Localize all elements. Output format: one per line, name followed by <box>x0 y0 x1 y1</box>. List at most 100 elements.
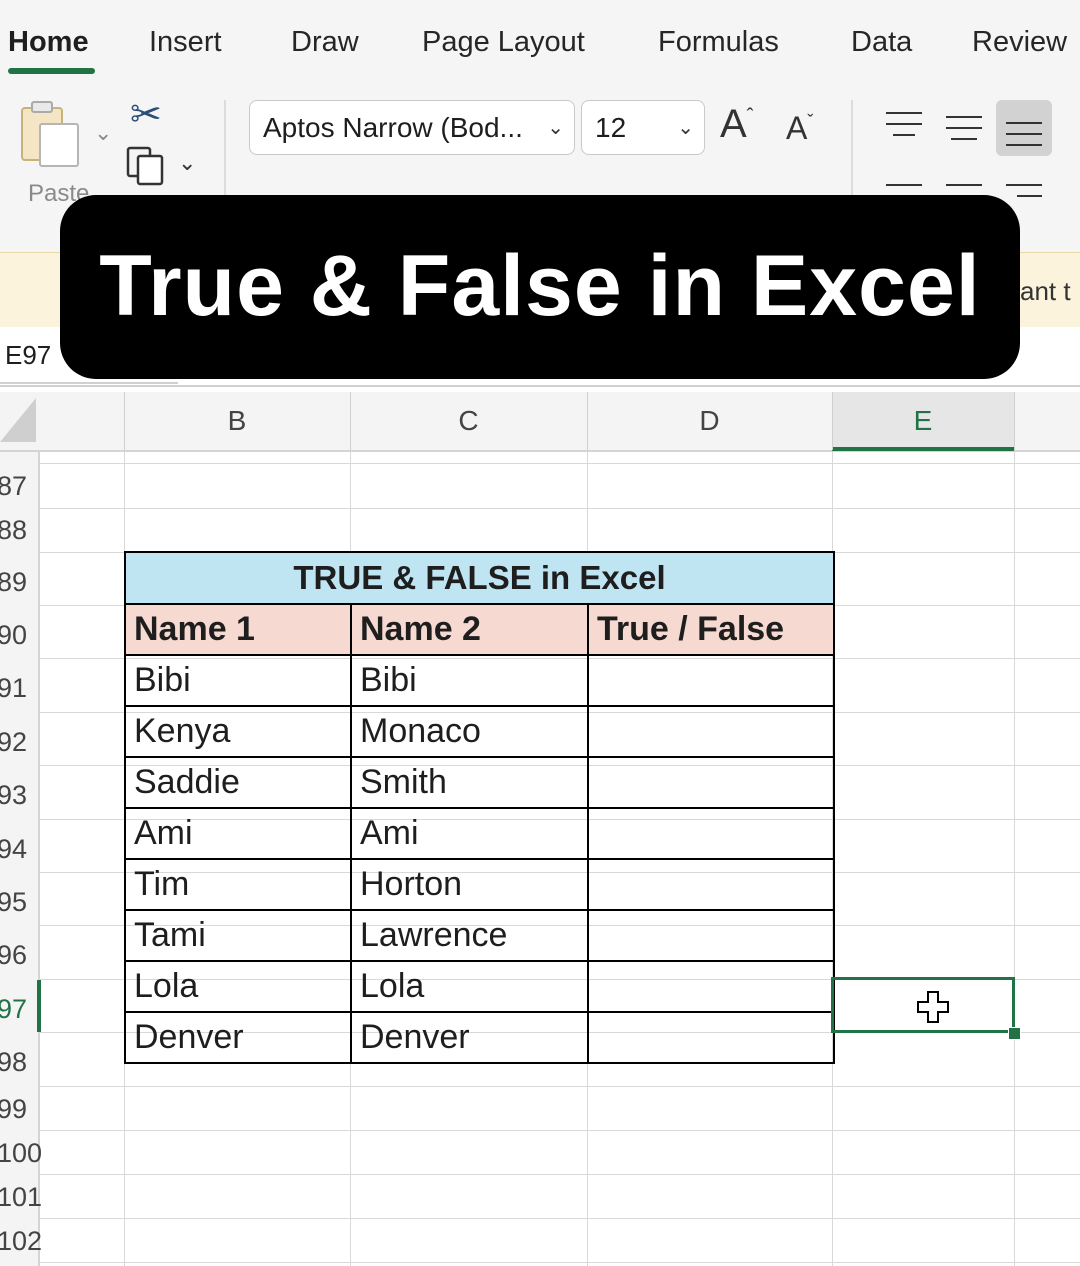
column-divider <box>587 392 588 450</box>
align-middle-icon[interactable] <box>946 116 982 146</box>
decrease-font-size-button[interactable]: Aˇ <box>786 110 813 147</box>
cell[interactable]: Bibi <box>350 654 589 707</box>
title-overlay: True & False in Excel <box>60 195 1020 379</box>
selected-row-indicator <box>37 980 41 1032</box>
copy-icon[interactable] <box>126 146 166 186</box>
font-name-value: Aptos Narrow (Bod... <box>263 112 523 143</box>
name-box[interactable]: E97 <box>5 340 51 371</box>
row-header[interactable]: 87 <box>0 471 27 502</box>
cell[interactable]: Saddie <box>124 756 352 809</box>
table-row: Tami Lawrence <box>124 909 836 962</box>
ribbon-divider <box>851 100 853 196</box>
tab-formulas[interactable]: Formulas <box>658 26 779 59</box>
cell[interactable]: Kenya <box>124 705 352 758</box>
fill-handle[interactable] <box>1008 1027 1021 1040</box>
header-cell-true-false[interactable]: True / False <box>586 603 836 656</box>
cell[interactable]: Lola <box>350 960 589 1013</box>
paste-icon[interactable] <box>18 98 84 168</box>
tab-review[interactable]: Review <box>972 26 1067 59</box>
tab-page-layout[interactable]: Page Layout <box>422 26 585 59</box>
tab-draw[interactable]: Draw <box>291 26 359 59</box>
grid-line <box>40 1130 1080 1131</box>
cell[interactable]: Bibi <box>124 654 352 707</box>
row-header[interactable]: 100 <box>0 1138 42 1169</box>
row-header[interactable]: 102 <box>0 1226 42 1257</box>
column-header-c[interactable]: C <box>350 392 587 450</box>
copy-dropdown-icon[interactable]: ⌄ <box>178 150 196 176</box>
row-header[interactable]: 93 <box>0 780 27 811</box>
font-size-select[interactable]: 12 ⌄ <box>581 100 705 155</box>
align-bottom-icon <box>1006 122 1042 152</box>
row-header[interactable]: 89 <box>0 567 27 598</box>
tab-home[interactable]: Home <box>8 26 89 59</box>
cell[interactable] <box>586 960 836 1013</box>
grid-line <box>40 1262 1080 1263</box>
cell[interactable]: Horton <box>350 858 589 911</box>
row-header[interactable]: 88 <box>0 515 27 546</box>
chevron-down-icon: ⌄ <box>547 117 564 139</box>
cell[interactable]: Lawrence <box>350 909 589 962</box>
notification-text: ant t <box>1020 276 1071 306</box>
tab-data[interactable]: Data <box>851 26 912 59</box>
active-tab-indicator <box>8 68 95 74</box>
row-header[interactable]: 95 <box>0 887 27 918</box>
overlay-title-text: True & False in Excel <box>99 238 981 334</box>
cell[interactable] <box>586 756 836 809</box>
cut-icon[interactable]: ✂ <box>130 92 162 137</box>
row-header[interactable]: 101 <box>0 1182 42 1213</box>
cell[interactable] <box>586 705 836 758</box>
cell[interactable] <box>586 1011 836 1064</box>
cell[interactable]: Smith <box>350 756 589 809</box>
cell[interactable] <box>586 909 836 962</box>
row-header[interactable]: 94 <box>0 834 27 865</box>
cell[interactable]: Monaco <box>350 705 589 758</box>
name-box-underline <box>0 382 178 384</box>
font-size-value: 12 <box>595 112 627 143</box>
table-row: Tim Horton <box>124 858 836 911</box>
row-header[interactable]: 91 <box>0 673 27 704</box>
row-header[interactable]: 90 <box>0 620 27 651</box>
column-header-e[interactable]: E <box>832 392 1014 450</box>
data-table: TRUE & FALSE in Excel Name 1 Name 2 True… <box>123 551 836 1064</box>
cell[interactable]: Tim <box>124 858 352 911</box>
row-header[interactable]: 99 <box>0 1094 27 1125</box>
table-title-cell[interactable]: TRUE & FALSE in Excel <box>123 551 836 605</box>
cell[interactable] <box>586 858 836 911</box>
select-all-corner[interactable] <box>0 398 36 442</box>
increase-font-icon: A <box>720 102 747 146</box>
align-top-icon[interactable] <box>886 112 922 142</box>
grid-line <box>40 463 1080 464</box>
row-header[interactable]: 96 <box>0 940 27 971</box>
row-header[interactable]: 92 <box>0 727 27 758</box>
row-header-selected[interactable]: 97 <box>0 994 27 1025</box>
tab-insert[interactable]: Insert <box>149 26 222 59</box>
table-row: Bibi Bibi <box>124 654 836 707</box>
increase-font-size-button[interactable]: Aˆ <box>720 102 753 147</box>
table-row: Lola Lola <box>124 960 836 1013</box>
cell[interactable]: Ami <box>124 807 352 860</box>
decrease-font-icon: A <box>786 110 808 146</box>
column-header-d[interactable]: D <box>587 392 832 450</box>
grid-line <box>40 1174 1080 1175</box>
cell[interactable]: Denver <box>124 1011 352 1064</box>
column-divider <box>124 392 125 450</box>
cell-cursor-icon <box>917 991 949 1023</box>
header-cell-name1[interactable]: Name 1 <box>124 603 352 656</box>
column-divider <box>1014 392 1015 450</box>
column-divider <box>350 392 351 450</box>
cell[interactable]: Lola <box>124 960 352 1013</box>
row-header[interactable]: 98 <box>0 1047 27 1078</box>
table-row: Saddie Smith <box>124 756 836 809</box>
paste-dropdown-icon[interactable]: ⌄ <box>94 120 112 146</box>
cell[interactable]: Tami <box>124 909 352 962</box>
table-row: Denver Denver <box>124 1011 836 1064</box>
grid-line <box>40 1086 1080 1087</box>
cell[interactable] <box>586 654 836 707</box>
column-header-b[interactable]: B <box>124 392 350 450</box>
cell[interactable]: Ami <box>350 807 589 860</box>
header-cell-name2[interactable]: Name 2 <box>350 603 589 656</box>
cell[interactable]: Denver <box>350 1011 589 1064</box>
font-name-select[interactable]: Aptos Narrow (Bod... ⌄ <box>249 100 575 155</box>
cell[interactable] <box>586 807 836 860</box>
table-row: Kenya Monaco <box>124 705 836 758</box>
